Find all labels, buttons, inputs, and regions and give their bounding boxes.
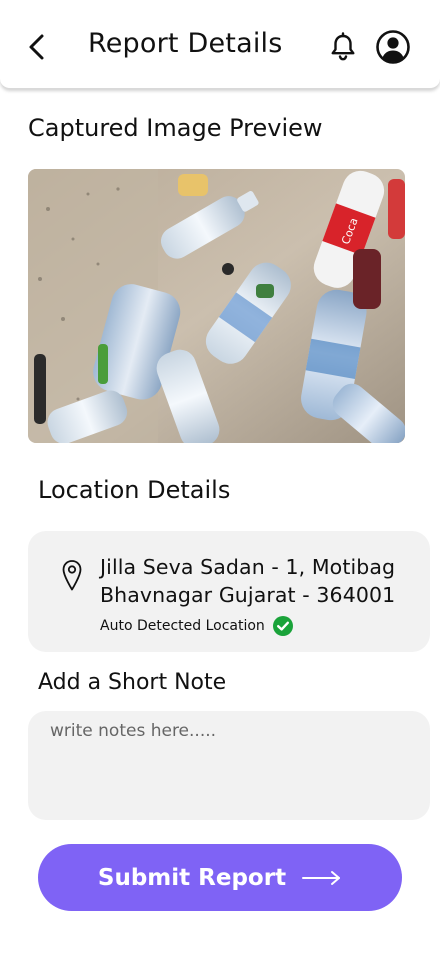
auto-detected-label: Auto Detected Location	[100, 618, 265, 634]
bell-icon	[331, 32, 355, 61]
app-header: Report Details	[0, 0, 440, 89]
captured-image-preview: Coca	[28, 169, 405, 443]
submit-report-button[interactable]: Submit Report	[38, 844, 402, 911]
arrow-right-icon	[302, 870, 341, 885]
note-section-title: Add a Short Note	[38, 670, 227, 695]
page-title: Report Details	[88, 28, 283, 59]
notification-button[interactable]	[329, 32, 357, 62]
map-pin-icon	[61, 559, 83, 593]
preview-section-title: Captured Image Preview	[28, 114, 323, 142]
check-circle-icon	[272, 616, 293, 636]
address-line-1: Jilla Seva Sadan - 1, Motibag	[100, 555, 396, 579]
location-section-title: Location Details	[38, 476, 231, 504]
note-input[interactable]	[28, 711, 430, 820]
back-button[interactable]	[24, 32, 50, 62]
user-circle-icon	[376, 30, 410, 64]
profile-button[interactable]	[375, 29, 411, 65]
submit-report-label: Submit Report	[97, 864, 287, 891]
auto-detected-row: Auto Detected Location	[100, 616, 293, 636]
chevron-left-icon	[29, 34, 44, 60]
location-card: Jilla Seva Sadan - 1, Motibag Bhavnagar …	[28, 531, 430, 652]
address-line-2: Bhavnagar Gujarat - 364001	[100, 583, 396, 607]
